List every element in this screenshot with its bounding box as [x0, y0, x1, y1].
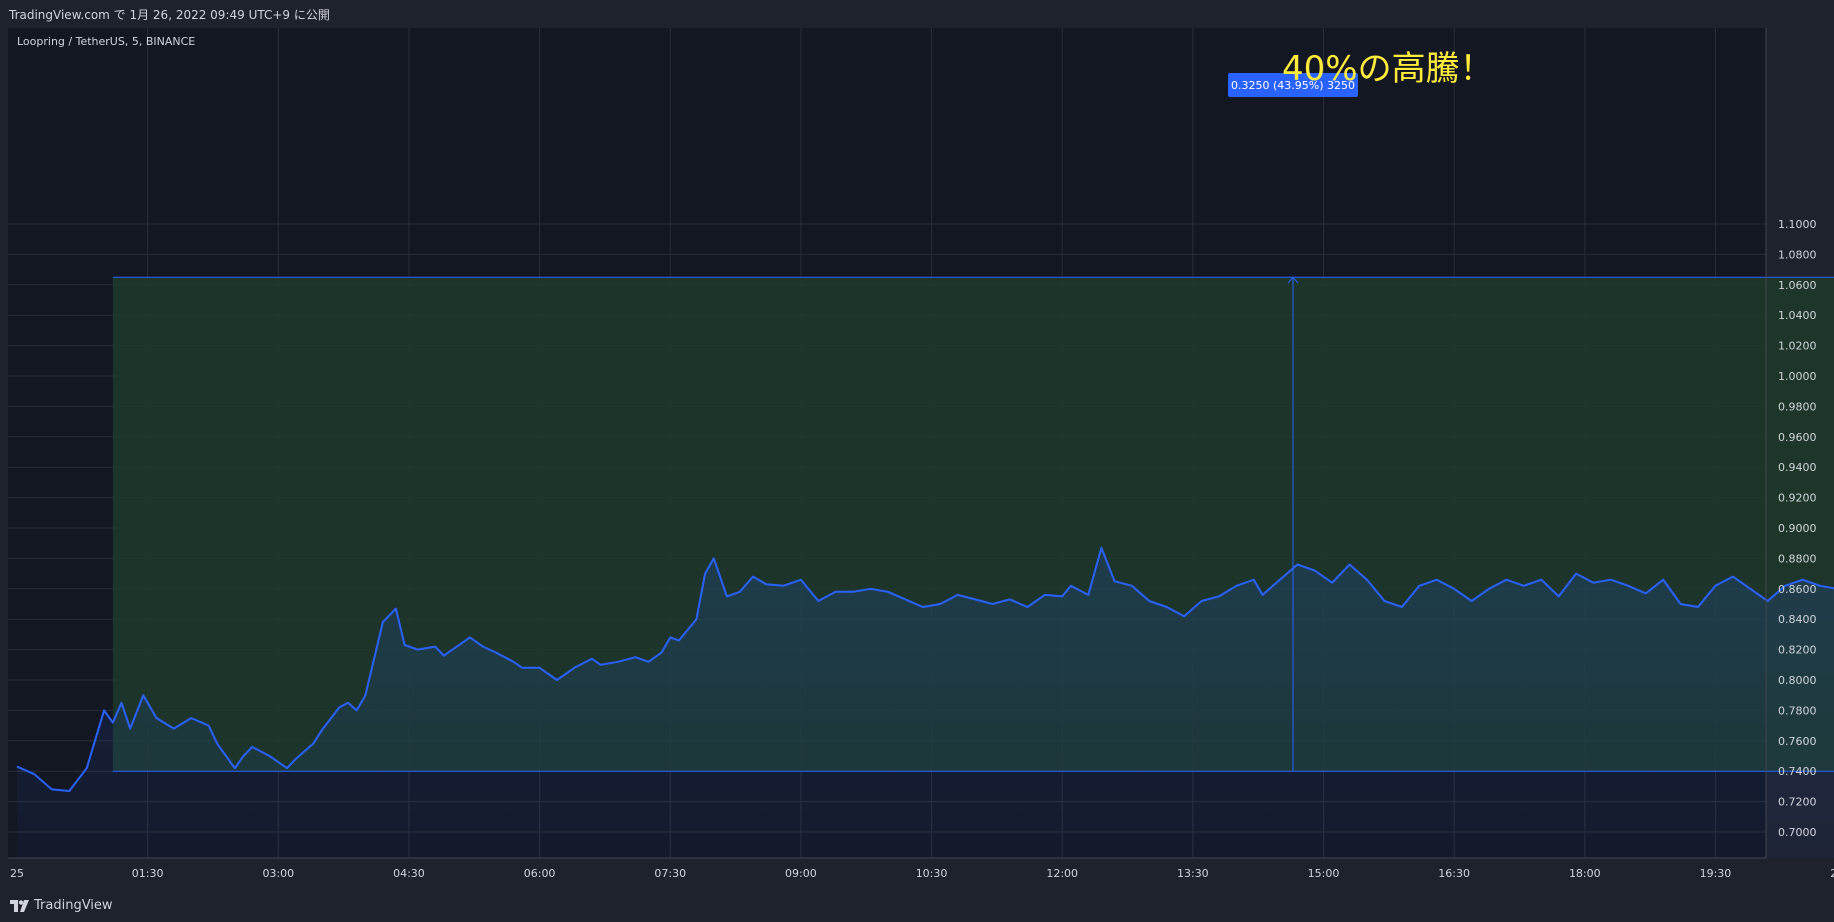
- x-tick-label: 01:30: [132, 867, 164, 880]
- y-tick-label: 0.9000: [1778, 522, 1817, 535]
- y-tick-label: 1.0800: [1778, 248, 1817, 261]
- x-tick-label: 09:00: [785, 867, 817, 880]
- publish-info-text: TradingView.com で 1月 26, 2022 09:49 UTC+…: [9, 8, 330, 22]
- y-tick-label: 1.0600: [1778, 279, 1817, 292]
- x-tick-label: 13:30: [1177, 867, 1209, 880]
- tradingview-logo-icon: [10, 899, 29, 912]
- y-tick-label: 0.7600: [1778, 735, 1817, 748]
- x-tick-label: 18:00: [1569, 867, 1601, 880]
- x-tick-label: 16:30: [1438, 867, 1470, 880]
- chart-title: Loopring / TetherUS, 5, BINANCE: [17, 35, 195, 48]
- y-tick-label: 1.0200: [1778, 340, 1817, 353]
- x-tick-label: 07:30: [654, 867, 686, 880]
- y-tick-label: 0.8200: [1778, 644, 1817, 657]
- y-tick-label: 0.7200: [1778, 796, 1817, 809]
- y-tick-label: 1.0000: [1778, 370, 1817, 383]
- x-tick-label: 19:30: [1700, 867, 1732, 880]
- x-tick-label: 06:00: [524, 867, 556, 880]
- y-tick-label: 0.8400: [1778, 613, 1817, 626]
- price-chart[interactable]: 0.3250 (43.95%) 3250 1.10001.08001.06001…: [0, 28, 1834, 890]
- x-tick-label: 03:00: [262, 867, 294, 880]
- y-tick-label: 1.1000: [1778, 218, 1817, 231]
- y-tick-label: 0.9800: [1778, 400, 1817, 413]
- y-tick-label: 1.0400: [1778, 309, 1817, 322]
- x-tick-label: 25: [10, 867, 24, 880]
- annotation-text: 40%の高騰！: [1282, 49, 1494, 89]
- y-tick-label: 0.8800: [1778, 552, 1817, 565]
- tradingview-brand[interactable]: TradingView: [10, 898, 113, 913]
- y-tick-label: 0.7400: [1778, 765, 1817, 778]
- y-tick-label: 0.8600: [1778, 583, 1817, 596]
- x-tick-label: 15:00: [1308, 867, 1340, 880]
- brand-name: TradingView: [34, 898, 113, 913]
- x-tick-label: 21:00: [1830, 867, 1834, 880]
- x-tick-label: 10:30: [916, 867, 948, 880]
- y-tick-label: 0.7800: [1778, 704, 1817, 717]
- x-tick-label: 04:30: [393, 867, 425, 880]
- y-tick-label: 0.8000: [1778, 674, 1817, 687]
- footer-bar: TradingView: [0, 890, 1834, 922]
- y-tick-label: 0.7000: [1778, 826, 1817, 839]
- x-tick-label: 12:00: [1046, 867, 1078, 880]
- y-tick-label: 0.9400: [1778, 461, 1817, 474]
- publish-header: TradingView.com で 1月 26, 2022 09:49 UTC+…: [0, 0, 1834, 28]
- y-tick-label: 0.9200: [1778, 492, 1817, 505]
- y-tick-label: 0.9600: [1778, 431, 1817, 444]
